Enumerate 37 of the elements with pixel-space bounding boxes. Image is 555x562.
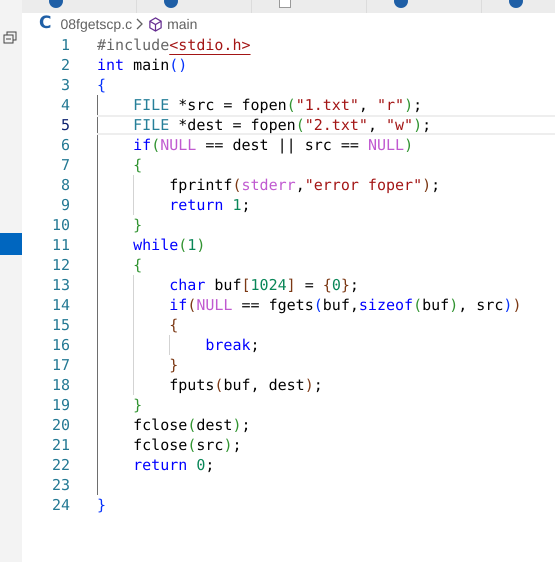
line-number: 16 xyxy=(50,335,70,355)
line-number: 11 xyxy=(50,235,70,255)
editor-tab[interactable] xyxy=(22,0,137,13)
line-number: 13 xyxy=(50,275,70,295)
chevron-icon xyxy=(136,18,144,30)
code-line: #include<stdio.h> xyxy=(97,35,252,55)
line-number: 20 xyxy=(50,415,70,435)
line-number: 22 xyxy=(50,455,70,475)
line-number: 17 xyxy=(50,355,70,375)
code-line: } xyxy=(97,495,108,515)
editor-tab[interactable] xyxy=(137,0,252,13)
line-number: 3 xyxy=(60,75,70,95)
code-line: { xyxy=(97,75,108,95)
line-number: 10 xyxy=(50,215,70,235)
code-line: int main() xyxy=(97,55,188,75)
line-number: 23 xyxy=(50,475,70,495)
line-number: 5 xyxy=(60,115,70,135)
line-number: 12 xyxy=(50,255,70,275)
breadcrumb-symbol[interactable]: main xyxy=(167,14,198,34)
line-number: 7 xyxy=(60,155,70,175)
line-number: 18 xyxy=(50,375,70,395)
breadcrumb-file[interactable]: 08fgetscp.c xyxy=(60,14,132,34)
line-number: 21 xyxy=(50,435,70,455)
cube-icon xyxy=(148,16,164,32)
line-number: 6 xyxy=(60,135,70,155)
line-number: 1 xyxy=(60,35,70,55)
line-number: 4 xyxy=(60,95,70,115)
c-file-icon: C xyxy=(39,11,52,37)
line-number: 8 xyxy=(60,175,70,195)
line-number: 15 xyxy=(50,315,70,335)
line-number: 9 xyxy=(60,195,70,215)
editor-tab[interactable] xyxy=(367,0,482,13)
restore-icon[interactable] xyxy=(3,31,17,45)
line-number: 2 xyxy=(60,55,70,75)
line-number: 14 xyxy=(50,295,70,315)
line-number: 24 xyxy=(50,495,70,515)
line-number: 19 xyxy=(50,395,70,415)
